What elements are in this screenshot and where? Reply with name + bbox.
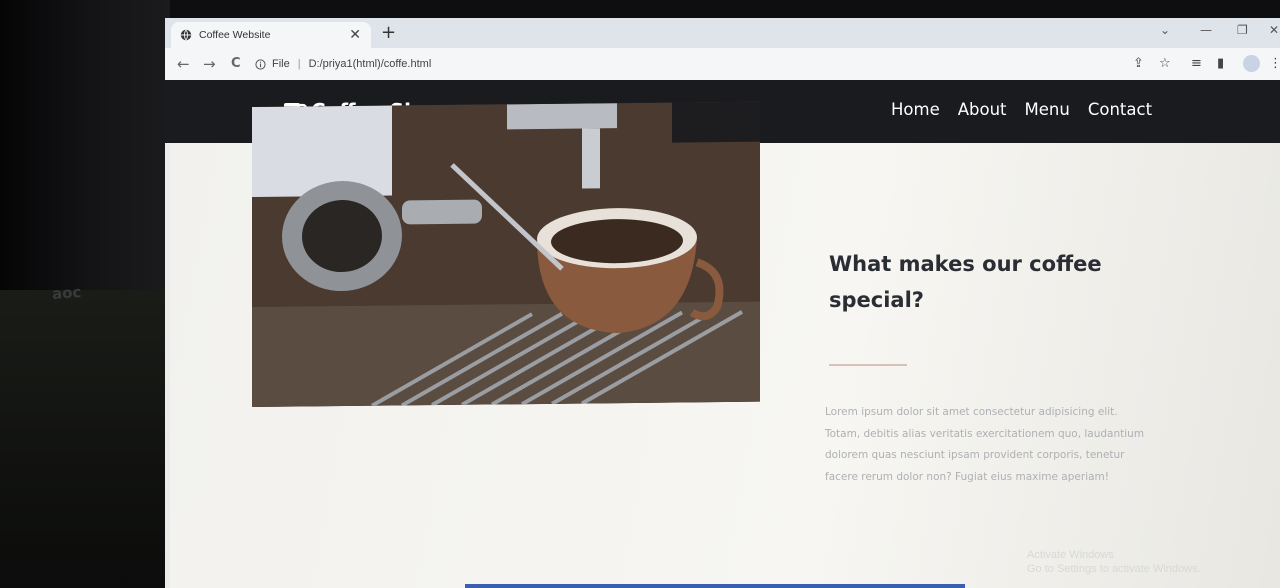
watermark-subtitle: Go to Settings to activate Windows.	[1027, 563, 1201, 575]
tab-search-icon[interactable]: ⌄	[1160, 23, 1170, 37]
activate-windows-watermark: Activate Windows Go to Settings to activ…	[1027, 548, 1217, 576]
tab-title: Coffee Website	[199, 29, 271, 41]
nav-link-menu[interactable]: Menu	[1025, 100, 1070, 119]
share-icon[interactable]: ⇪	[1133, 56, 1144, 71]
monitor-brand-label: aoc	[51, 282, 82, 304]
browser-toolbar: ← → C File | D:/priya1(html)/coffe.html …	[165, 48, 1280, 81]
info-icon	[255, 58, 266, 70]
reading-list-icon[interactable]: ≡	[1191, 56, 1202, 71]
url-separator: |	[297, 58, 301, 70]
tab-close-icon[interactable]: ✕	[349, 27, 361, 43]
back-button[interactable]: ←	[177, 55, 190, 73]
heading-divider	[829, 364, 907, 366]
new-tab-button[interactable]: +	[381, 22, 396, 43]
globe-icon	[180, 29, 192, 41]
restore-icon[interactable]: ❐	[1237, 23, 1248, 37]
window-close-icon[interactable]: ✕	[1269, 23, 1279, 37]
browser-tab[interactable]: Coffee Website ✕	[171, 22, 371, 48]
espresso-machine-image	[252, 101, 760, 407]
minimize-icon[interactable]: —	[1200, 23, 1212, 37]
section-paragraph: Lorem ipsum dolor sit amet consectetur a…	[825, 406, 1145, 483]
watermark-title: Activate Windows	[1027, 549, 1114, 561]
star-icon[interactable]: ☆	[1159, 56, 1171, 71]
main-menu: Home About Menu Contact	[891, 100, 1152, 119]
side-panel-icon[interactable]: ▮	[1217, 56, 1224, 71]
url-scheme-label: File	[272, 58, 290, 70]
forward-button[interactable]: →	[203, 55, 216, 73]
profile-icon[interactable]	[1243, 55, 1260, 72]
more-icon[interactable]: ⋮	[1269, 56, 1280, 71]
page-bottom-bar	[465, 584, 965, 588]
section-heading: What makes our coffee special?	[829, 252, 1102, 312]
nav-link-contact[interactable]: Contact	[1088, 100, 1152, 119]
tab-strip: Coffee Website ✕ + ⌄ — ❐ ✕	[165, 18, 1280, 48]
url-text: D:/priya1(html)/coffe.html	[308, 58, 432, 70]
reload-button[interactable]: C	[231, 56, 241, 71]
nav-link-home[interactable]: Home	[891, 100, 940, 119]
browser-window: Coffee Website ✕ + ⌄ — ❐ ✕ ← → C File | …	[165, 18, 1280, 588]
nav-link-about[interactable]: About	[958, 100, 1007, 119]
address-bar[interactable]: File | D:/priya1(html)/coffe.html	[255, 52, 1175, 76]
